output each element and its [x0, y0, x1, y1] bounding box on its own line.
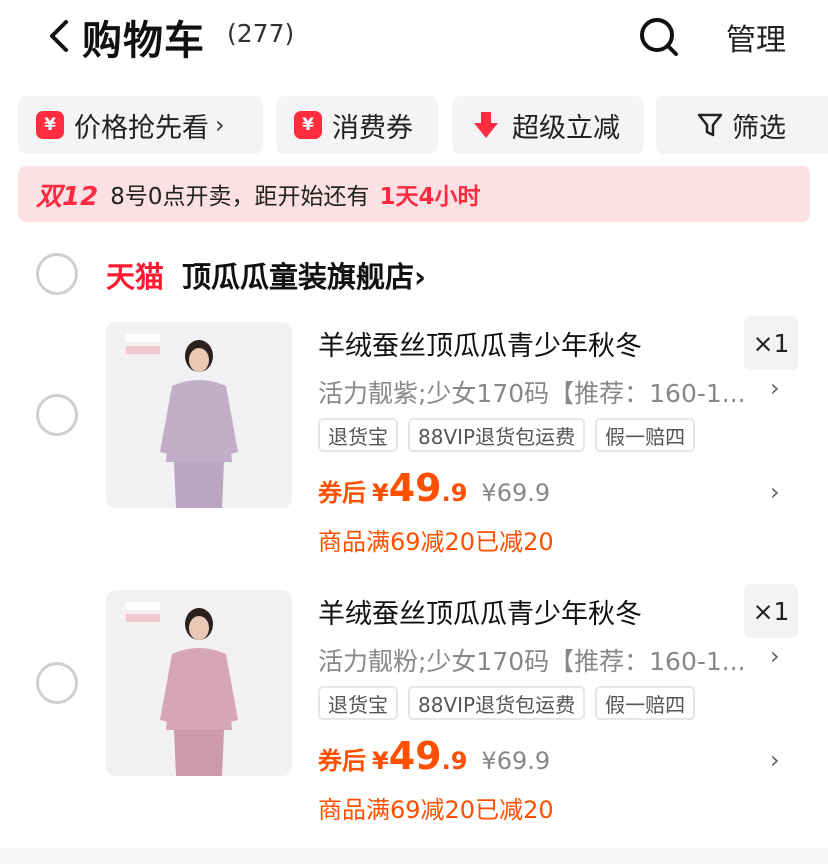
filter-label: 超级立减 — [512, 112, 620, 144]
filter-label: 筛选 — [732, 112, 786, 144]
service-tag: 88VIP退货包运费 — [408, 418, 586, 452]
header: 购物车 (277) 管理 — [0, 0, 828, 76]
quantity-stepper[interactable]: ×1 — [744, 316, 798, 370]
original-price: ¥69.9 — [481, 479, 551, 507]
chevron-right-icon: › — [215, 111, 225, 139]
price-integer: 49 — [388, 734, 442, 778]
filter-label: 消费券 — [332, 112, 413, 144]
promo-text: 8号0点开卖，距开始还有 — [110, 184, 370, 210]
product-image[interactable] — [106, 590, 292, 776]
price-row: 券后 ¥ 49 .9 ¥69.9 — [318, 734, 550, 778]
filter-coupons[interactable]: ¥ 消费券 — [276, 96, 438, 154]
sku-selector[interactable]: 活力靓粉;少女170码【推荐：160-1... — [318, 642, 758, 678]
price-integer: 49 — [388, 466, 442, 510]
item-select-checkbox[interactable] — [36, 662, 78, 704]
service-tag: 退货宝 — [318, 686, 398, 720]
store-name-link[interactable]: 顶瓜瓜童装旗舰店› — [182, 254, 426, 296]
sku-selector[interactable]: 活力靓紫;少女170码【推荐：160-1... — [318, 374, 758, 410]
promo-countdown: 1天4小时 — [379, 184, 481, 210]
chevron-right-icon: › — [414, 260, 426, 294]
currency-symbol: ¥ — [372, 479, 389, 507]
chevron-right-icon[interactable]: › — [770, 746, 780, 774]
filter-label: 价格抢先看 — [74, 112, 209, 144]
manage-button[interactable]: 管理 — [726, 15, 786, 59]
cart-page: 购物车 (277) 管理 ¥ 价格抢先看 › ¥ 消费券 超级立减 筛选 双12… — [0, 0, 828, 864]
promo-banner[interactable]: 双12 8号0点开卖，距开始还有 1天4小时 — [18, 166, 810, 222]
product-photo — [106, 590, 292, 776]
tmall-badge: 天猫 — [106, 260, 165, 294]
chevron-right-icon[interactable]: › — [770, 374, 780, 402]
store-select-checkbox[interactable] — [36, 253, 78, 295]
price-decimal: .9 — [441, 747, 468, 775]
price-label: 券后 — [318, 747, 366, 775]
price-decimal: .9 — [441, 479, 468, 507]
item-select-checkbox[interactable] — [36, 394, 78, 436]
filter-bar: ¥ 价格抢先看 › ¥ 消费券 超级立减 筛选 — [0, 96, 828, 154]
down-arrow-icon — [474, 112, 498, 138]
original-price: ¥69.9 — [481, 747, 551, 775]
cart-item: 羊绒蚕丝顶瓜瓜青少年秋冬 ×1 活力靓粉;少女170码【推荐：160-1... … — [0, 584, 828, 834]
store-name: 顶瓜瓜童装旗舰店 — [182, 260, 415, 294]
service-tag: 88VIP退货包运费 — [408, 686, 586, 720]
store-header: 天猫 顶瓜瓜童装旗舰店› — [0, 248, 828, 302]
coupon-icon: ¥ — [36, 111, 64, 139]
coupon-icon: ¥ — [294, 111, 322, 139]
discount-note: 商品满69减20已减20 — [318, 528, 554, 556]
price-row: 券后 ¥ 49 .9 ¥69.9 — [318, 466, 550, 510]
search-button[interactable] — [636, 14, 682, 60]
product-image[interactable] — [106, 322, 292, 508]
filter-super-discount[interactable]: 超级立减 — [452, 96, 644, 154]
cart-count: (277) — [227, 19, 295, 48]
bottom-divider — [0, 848, 828, 864]
page-title: 购物车 — [82, 18, 205, 64]
service-tag: 假一赔四 — [595, 418, 696, 452]
product-name[interactable]: 羊绒蚕丝顶瓜瓜青少年秋冬 — [318, 592, 642, 631]
price-label: 券后 — [318, 479, 366, 507]
service-tag: 假一赔四 — [595, 686, 696, 720]
product-photo — [106, 322, 292, 508]
product-name[interactable]: 羊绒蚕丝顶瓜瓜青少年秋冬 — [318, 324, 642, 363]
quantity-stepper[interactable]: ×1 — [744, 584, 798, 638]
currency-symbol: ¥ — [372, 747, 389, 775]
service-tag: 退货宝 — [318, 418, 398, 452]
service-tags: 退货宝 88VIP退货包运费 假一赔四 — [318, 418, 696, 452]
double-12-logo: 双12 — [36, 181, 99, 212]
discount-note: 商品满69减20已减20 — [318, 796, 554, 824]
cart-item: 羊绒蚕丝顶瓜瓜青少年秋冬 ×1 活力靓紫;少女170码【推荐：160-1... … — [0, 316, 828, 566]
funnel-icon — [697, 113, 723, 137]
chevron-right-icon[interactable]: › — [770, 478, 780, 506]
chevron-right-icon[interactable]: › — [770, 642, 780, 670]
filter-price-preview[interactable]: ¥ 价格抢先看 › — [18, 96, 263, 154]
filter-button[interactable]: 筛选 — [656, 96, 828, 154]
chevron-left-icon — [50, 20, 68, 52]
search-icon — [640, 18, 678, 56]
service-tags: 退货宝 88VIP退货包运费 假一赔四 — [318, 686, 696, 720]
back-button[interactable] — [40, 14, 80, 58]
